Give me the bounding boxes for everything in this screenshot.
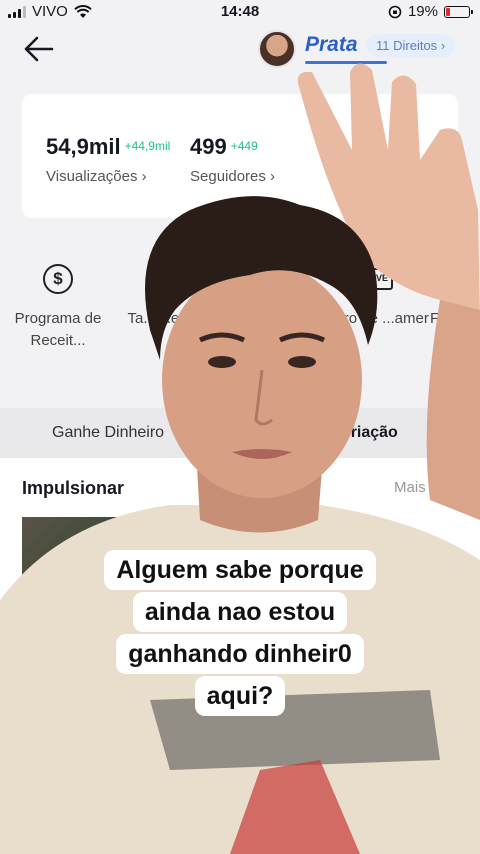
tier-progress-bar: [305, 61, 387, 64]
tool-revenue-program[interactable]: $ Programa de Receit...: [0, 262, 118, 352]
video-thumbnail[interactable]: [22, 517, 128, 613]
rights-button[interactable]: 11 Direitos ›: [366, 34, 456, 57]
tool-label: ...tro de ...amer: [327, 310, 429, 327]
tab-creation[interactable]: ...rar Criação: [300, 424, 398, 442]
action-button[interactable]: [420, 778, 458, 814]
battery-icon: [444, 5, 473, 18]
dollar-icon: $: [41, 262, 75, 296]
tool-live-center[interactable]: LIVE ...tro de ...amer: [318, 262, 438, 330]
stat-value: 54,9mil: [46, 134, 121, 159]
tool-label: Ta... Remu...: [127, 310, 213, 327]
tool-label: Fa...: [430, 310, 461, 327]
stat-label: Seguidores ›: [190, 168, 276, 185]
stats-card: 54,9mil +44,9mil Visualizações › 499 +449 …: [22, 94, 458, 218]
live-icon-text: LIVE: [363, 268, 393, 290]
stat-label: Visualizações ›: [46, 168, 147, 185]
back-arrow-icon[interactable]: [22, 34, 56, 64]
tab-earn-money[interactable]: Ganhe Dinheiro: [52, 424, 164, 442]
rights-label: 11 Direitos: [376, 38, 438, 53]
stat-delta: +44,9mil: [124, 139, 171, 153]
tab-bar: Ganhe Dinheiro ...rar Criação: [0, 408, 480, 458]
battery-percent: 19%: [407, 3, 438, 20]
avatar[interactable]: [258, 30, 296, 68]
live-icon: LIVE: [361, 262, 395, 296]
stat-delta: +449: [230, 139, 258, 153]
stat-value: 499: [190, 134, 227, 159]
orientation-lock-icon: [388, 5, 402, 18]
gift-icon: [153, 262, 187, 296]
status-right: 19%: [388, 3, 473, 20]
tier-label[interactable]: Prata: [305, 33, 358, 57]
tool-rewards[interactable]: Ta... Remu...: [110, 262, 230, 330]
more-tool-icon: [443, 262, 477, 296]
section-title: Impulsionar: [22, 478, 125, 498]
tool-more[interactable]: Fa...: [430, 262, 480, 330]
chevron-right-icon: ›: [440, 38, 446, 53]
tool-label: Programa de Receit...: [14, 310, 102, 349]
stat-views[interactable]: 54,9mil +44,9mil Visualizações ›: [46, 134, 171, 185]
stat-followers[interactable]: 499 +449 Seguidores ›: [190, 134, 275, 185]
status-bar: VIVO 14:48 19%: [0, 0, 480, 24]
more-link[interactable]: Mais ›: [394, 479, 435, 496]
